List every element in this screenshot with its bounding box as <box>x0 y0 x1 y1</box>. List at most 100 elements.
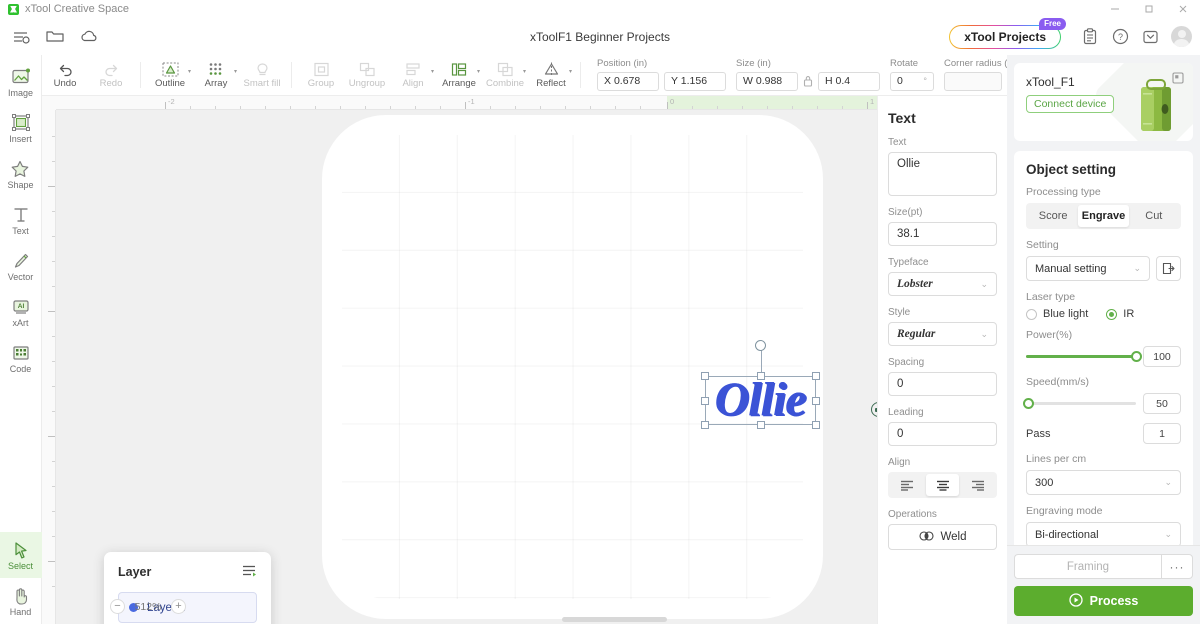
tool-undo[interactable]: Undo <box>42 55 88 96</box>
connect-device-button[interactable]: Connect device <box>1026 95 1115 113</box>
menu-icon[interactable] <box>4 23 38 51</box>
tool-redo[interactable]: Redo <box>88 55 134 96</box>
save-preset-icon[interactable] <box>1156 256 1181 281</box>
vertical-ruler[interactable] <box>42 96 56 624</box>
engraving-mode-select[interactable]: Bi-directional ⌄ <box>1026 522 1181 547</box>
layer-options-icon[interactable] <box>242 564 257 580</box>
expand-icon[interactable] <box>1172 72 1184 87</box>
selected-text-object[interactable]: Ollie <box>701 340 820 429</box>
tool-ungroup[interactable]: Ungroup <box>344 55 390 96</box>
size-width-input[interactable]: W 0.988 <box>736 71 799 91</box>
tool-smart-fill[interactable]: Smart fill <box>239 55 285 96</box>
tool-reflect[interactable]: Reflect ▾ <box>528 55 574 96</box>
typeface-field-label: Typeface <box>888 257 929 268</box>
position-x-input[interactable]: X 0.678 <box>597 71 660 91</box>
board-rounded-mask <box>342 135 803 599</box>
tool-array[interactable]: Array ▾ <box>193 55 239 96</box>
rotate-fields: 0 ° <box>890 71 935 91</box>
tool-arrange[interactable]: Arrange ▾ <box>436 55 482 96</box>
chevron-down-icon[interactable]: ▾ <box>523 68 526 75</box>
size-height-input[interactable]: H 0.4 <box>818 71 881 91</box>
tool-align[interactable]: Align ▾ <box>390 55 436 96</box>
chevron-down-icon[interactable]: ▾ <box>477 68 480 75</box>
align-left-button[interactable] <box>890 474 924 496</box>
speed-value-input[interactable]: 50 <box>1143 393 1181 414</box>
resize-handle-top-left[interactable] <box>701 372 709 380</box>
processing-type-engrave[interactable]: Engrave <box>1078 205 1129 227</box>
minimize-icon[interactable] <box>1098 0 1132 18</box>
zoom-out-button[interactable]: − <box>110 599 125 614</box>
weld-button[interactable]: Weld <box>888 524 997 550</box>
chevron-down-icon[interactable]: ▾ <box>431 68 434 75</box>
help-icon[interactable]: ? <box>1105 23 1135 51</box>
rail-item-hand[interactable]: Hand <box>0 578 42 624</box>
lines-per-cm-select[interactable]: 300 ⌄ <box>1026 470 1181 495</box>
leading-input[interactable]: 0 <box>888 422 997 446</box>
rotate-input[interactable]: 0 ° <box>890 71 935 91</box>
rail-item-insert[interactable]: Insert <box>0 105 42 151</box>
chevron-down-icon[interactable]: ▾ <box>188 68 191 75</box>
corner-radius-input[interactable] <box>944 71 1003 91</box>
resize-handle-mid-top[interactable] <box>756 372 765 380</box>
chevron-down-icon[interactable]: ▾ <box>569 68 572 75</box>
tool-label: Smart fill <box>243 78 281 90</box>
rail-item-select[interactable]: Select <box>0 532 42 578</box>
clipboard-icon[interactable] <box>1075 23 1105 51</box>
resize-handle-bottom-left[interactable] <box>701 421 709 429</box>
pass-value-input[interactable]: 1 <box>1143 423 1181 444</box>
speed-slider-knob[interactable] <box>1022 397 1034 409</box>
maximize-icon[interactable] <box>1132 0 1166 18</box>
folder-icon[interactable] <box>38 23 72 51</box>
radio-ir[interactable] <box>1106 308 1118 320</box>
process-button[interactable]: Process <box>1014 586 1193 616</box>
horizontal-ruler[interactable]: -2 -1 0 1 <box>56 96 877 110</box>
xtool-projects-button[interactable]: xTool Projects Free <box>949 17 1066 49</box>
cloud-icon[interactable] <box>72 23 106 51</box>
rail-item-code[interactable]: Code <box>0 335 42 381</box>
scrollbar-thumb[interactable] <box>562 617 667 622</box>
text-value-input[interactable]: Ollie <box>888 152 997 196</box>
power-value-input[interactable]: 100 <box>1143 346 1181 367</box>
power-slider-knob[interactable] <box>1130 350 1142 362</box>
work-board[interactable]: Ollie <box>341 134 877 600</box>
radio-blue-light[interactable] <box>1026 308 1037 320</box>
framing-button[interactable]: Framing <box>1014 554 1161 579</box>
position-y-input[interactable]: Y 1.156 <box>664 71 727 91</box>
font-size-input[interactable]: 38.1 <box>888 222 997 246</box>
rotate-value: 0 <box>897 75 903 88</box>
canvas-area[interactable]: -2 -1 0 1 Ollie Layer Layer 1 − 512% + <box>42 96 877 624</box>
resize-handle-mid-right[interactable] <box>812 396 820 405</box>
rail-item-shape[interactable]: Shape <box>0 151 42 197</box>
processing-type-cut[interactable]: Cut <box>1129 205 1179 227</box>
resize-handle-bottom-right[interactable] <box>812 421 820 429</box>
rotation-handle[interactable] <box>755 340 766 351</box>
rail-item-vector[interactable]: Vector <box>0 243 42 289</box>
power-slider-track[interactable] <box>1026 350 1142 362</box>
tool-outline[interactable]: Outline ▾ <box>147 55 193 96</box>
tool-group[interactable]: Group <box>298 55 344 96</box>
close-icon[interactable] <box>1166 0 1200 18</box>
speed-slider-track[interactable] <box>1022 397 1136 409</box>
setting-select[interactable]: Manual setting ⌄ <box>1026 256 1150 281</box>
resize-handle-mid-left[interactable] <box>701 396 709 405</box>
rail-item-image[interactable]: Image <box>0 59 42 105</box>
user-avatar[interactable] <box>1171 26 1192 47</box>
more-options-button[interactable]: ··· <box>1161 554 1193 579</box>
style-select[interactable]: Regular ⌄ <box>888 322 997 346</box>
horizontal-scrollbar[interactable] <box>94 617 877 622</box>
spacing-input[interactable]: 0 <box>888 372 997 396</box>
typeface-select[interactable]: Lobster ⌄ <box>888 272 997 296</box>
resize-handle-top-right[interactable] <box>812 372 820 380</box>
align-right-button[interactable] <box>961 474 995 496</box>
tool-combine[interactable]: Combine ▾ <box>482 55 528 96</box>
processing-type-score[interactable]: Score <box>1028 205 1078 227</box>
laser-type-label: Laser type <box>1026 291 1076 303</box>
rail-item-xart[interactable]: AI xArt <box>0 289 42 335</box>
inbox-icon[interactable] <box>1135 23 1165 51</box>
zoom-in-button[interactable]: + <box>171 599 186 614</box>
align-center-button[interactable] <box>925 474 960 496</box>
lock-icon[interactable] <box>803 75 813 87</box>
chevron-down-icon[interactable]: ▾ <box>234 68 237 75</box>
rail-item-text[interactable]: Text <box>0 197 42 243</box>
resize-handle-mid-bottom[interactable] <box>756 421 765 429</box>
